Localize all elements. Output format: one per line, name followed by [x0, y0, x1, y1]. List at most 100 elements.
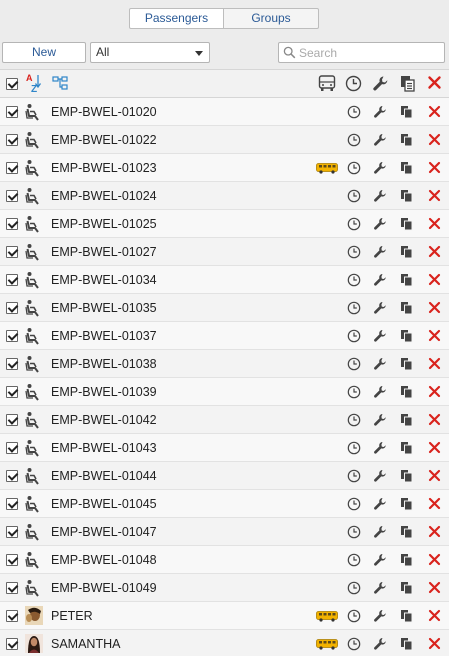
- copy-icon[interactable]: [400, 441, 413, 455]
- row-checkbox-icon[interactable]: [6, 358, 18, 370]
- wrench-icon[interactable]: [373, 497, 387, 511]
- clock-icon[interactable]: [345, 75, 362, 92]
- list-item[interactable]: EMP-BWEL-01027: [0, 238, 449, 266]
- list-item[interactable]: SAMANTHA: [0, 630, 449, 656]
- copy-icon[interactable]: [400, 609, 413, 623]
- copy-icon[interactable]: [400, 413, 413, 427]
- delete-icon[interactable]: [428, 609, 441, 622]
- delete-icon[interactable]: [428, 133, 441, 146]
- delete-icon[interactable]: [428, 553, 441, 566]
- row-checkbox-icon[interactable]: [6, 442, 18, 454]
- copy-icon[interactable]: [400, 301, 413, 315]
- row-checkbox-icon[interactable]: [6, 218, 18, 230]
- wrench-icon[interactable]: [373, 273, 387, 287]
- wrench-icon[interactable]: [372, 75, 389, 92]
- delete-icon[interactable]: [428, 385, 441, 398]
- delete-icon[interactable]: [428, 357, 441, 370]
- wrench-icon[interactable]: [373, 245, 387, 259]
- list-item[interactable]: EMP-BWEL-01025: [0, 210, 449, 238]
- wrench-icon[interactable]: [373, 441, 387, 455]
- delete-icon[interactable]: [428, 245, 441, 258]
- wrench-icon[interactable]: [373, 413, 387, 427]
- wrench-icon[interactable]: [373, 189, 387, 203]
- clock-icon[interactable]: [347, 441, 361, 455]
- row-checkbox-icon[interactable]: [6, 246, 18, 258]
- list-item[interactable]: EMP-BWEL-01044: [0, 462, 449, 490]
- clock-icon[interactable]: [347, 497, 361, 511]
- clock-icon[interactable]: [347, 553, 361, 567]
- wrench-icon[interactable]: [373, 525, 387, 539]
- row-checkbox-icon[interactable]: [6, 526, 18, 538]
- clock-icon[interactable]: [347, 301, 361, 315]
- bus-icon[interactable]: [318, 75, 336, 92]
- copy-icon[interactable]: [400, 385, 413, 399]
- delete-icon[interactable]: [428, 189, 441, 202]
- delete-icon[interactable]: [428, 105, 441, 118]
- clock-icon[interactable]: [347, 581, 361, 595]
- clock-icon[interactable]: [347, 525, 361, 539]
- list-item[interactable]: EMP-BWEL-01047: [0, 518, 449, 546]
- row-checkbox-icon[interactable]: [6, 134, 18, 146]
- row-checkbox-icon[interactable]: [6, 330, 18, 342]
- row-checkbox-icon[interactable]: [6, 414, 18, 426]
- copy-icon[interactable]: [400, 189, 413, 203]
- delete-icon[interactable]: [428, 217, 441, 230]
- clock-icon[interactable]: [347, 609, 361, 623]
- delete-icon[interactable]: [428, 329, 441, 342]
- clock-icon[interactable]: [347, 329, 361, 343]
- clock-icon[interactable]: [347, 189, 361, 203]
- list-item[interactable]: PETER: [0, 602, 449, 630]
- list-item[interactable]: EMP-BWEL-01034: [0, 266, 449, 294]
- search-box[interactable]: [278, 42, 445, 63]
- copy-icon[interactable]: [400, 105, 413, 119]
- wrench-icon[interactable]: [373, 217, 387, 231]
- copy-icon[interactable]: [400, 217, 413, 231]
- delete-icon[interactable]: [428, 413, 441, 426]
- clock-icon[interactable]: [347, 161, 361, 175]
- delete-icon[interactable]: [428, 161, 441, 174]
- list-item[interactable]: EMP-BWEL-01039: [0, 378, 449, 406]
- copy-icon[interactable]: [400, 497, 413, 511]
- wrench-icon[interactable]: [373, 357, 387, 371]
- row-checkbox-icon[interactable]: [6, 638, 18, 650]
- wrench-icon[interactable]: [373, 469, 387, 483]
- wrench-icon[interactable]: [373, 329, 387, 343]
- copy-icon[interactable]: [400, 161, 413, 175]
- list-item[interactable]: EMP-BWEL-01035: [0, 294, 449, 322]
- list-item[interactable]: EMP-BWEL-01043: [0, 434, 449, 462]
- tab-passengers[interactable]: Passengers: [129, 8, 224, 29]
- list-item[interactable]: EMP-BWEL-01038: [0, 350, 449, 378]
- copy-icon[interactable]: [400, 133, 413, 147]
- list-item[interactable]: EMP-BWEL-01042: [0, 406, 449, 434]
- copy-icon[interactable]: [400, 553, 413, 567]
- filter-select[interactable]: All: [90, 42, 210, 63]
- delete-icon[interactable]: [428, 497, 441, 510]
- delete-icon[interactable]: [428, 469, 441, 482]
- copy-icon[interactable]: [400, 273, 413, 287]
- copy-icon[interactable]: [400, 581, 413, 595]
- list-item[interactable]: EMP-BWEL-01023: [0, 154, 449, 182]
- wrench-icon[interactable]: [373, 609, 387, 623]
- list-item[interactable]: EMP-BWEL-01048: [0, 546, 449, 574]
- clock-icon[interactable]: [347, 245, 361, 259]
- row-checkbox-icon[interactable]: [6, 470, 18, 482]
- wrench-icon[interactable]: [373, 133, 387, 147]
- copy-icon[interactable]: [400, 357, 413, 371]
- delete-icon[interactable]: [428, 637, 441, 650]
- clock-icon[interactable]: [347, 217, 361, 231]
- hierarchy-icon[interactable]: [52, 76, 68, 90]
- tab-groups[interactable]: Groups: [224, 8, 319, 29]
- list-item[interactable]: EMP-BWEL-01045: [0, 490, 449, 518]
- delete-icon[interactable]: [428, 525, 441, 538]
- copy-icon[interactable]: [400, 525, 413, 539]
- delete-icon[interactable]: [428, 581, 441, 594]
- wrench-icon[interactable]: [373, 301, 387, 315]
- wrench-icon[interactable]: [373, 553, 387, 567]
- wrench-icon[interactable]: [373, 637, 387, 651]
- search-input[interactable]: [299, 44, 439, 61]
- new-button[interactable]: New: [2, 42, 86, 63]
- clock-icon[interactable]: [347, 637, 361, 651]
- wrench-icon[interactable]: [373, 161, 387, 175]
- row-checkbox-icon[interactable]: [6, 582, 18, 594]
- row-checkbox-icon[interactable]: [6, 274, 18, 286]
